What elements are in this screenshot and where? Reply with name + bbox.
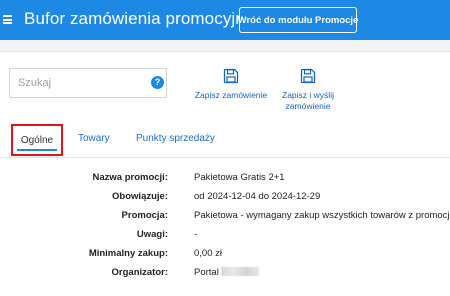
detail-value: Pakietowa Gratis 2+1	[194, 172, 285, 183]
save-and-send-label: Zapisz i wyślij zamówienie	[263, 90, 353, 112]
detail-label: Minimalny zakup:	[88, 248, 168, 259]
page-title: Bufor zamówienia promocyjnego	[24, 9, 274, 28]
detail-value: -	[194, 229, 198, 240]
redacted-text	[220, 267, 259, 276]
save-and-send-order-button[interactable]: Zapisz i wyślij zamówienie	[263, 68, 353, 112]
page: Bufor zamówienia promocyjnego Wróć do mo…	[0, 0, 450, 296]
detail-label: Obowiązuje:	[112, 191, 168, 202]
detail-row-valid-period: Obowiązuje: od 2024-12-04 do 2024-12-29	[0, 191, 450, 209]
detail-row-minimum-purchase: Minimalny zakup: 0,00 zł	[0, 248, 450, 266]
organizer-name: Portal	[194, 267, 219, 278]
tab-general[interactable]: Ogólne	[11, 124, 63, 156]
detail-label: Organizator:	[111, 267, 168, 278]
save-and-send-label-line2: zamówienie	[285, 101, 331, 111]
detail-label: Nazwa promocji:	[92, 172, 169, 183]
search-input[interactable]	[10, 69, 138, 97]
detail-label: Uwagi:	[136, 229, 168, 240]
detail-value: Portal	[194, 267, 259, 278]
detail-row-promotion-name: Nazwa promocji: Pakietowa Gratis 2+1	[0, 172, 450, 190]
back-to-promotions-button[interactable]: Wróć do modułu Promocje	[238, 7, 358, 33]
tab-goods[interactable]: Towary	[78, 133, 110, 144]
hamburger-icon[interactable]	[3, 15, 12, 24]
detail-label: Promocja:	[121, 210, 168, 221]
detail-value: 0,00 zł	[194, 248, 222, 259]
detail-row-notes: Uwagi: -	[0, 229, 450, 247]
detail-value: od 2024-12-04 do 2024-12-29	[194, 191, 321, 202]
help-icon[interactable]: ?	[151, 76, 164, 89]
tab-points-of-sale[interactable]: Punkty sprzedaży	[136, 133, 215, 144]
subheader-strip	[0, 40, 450, 52]
top-bar: Bufor zamówienia promocyjnego Wróć do mo…	[0, 0, 450, 40]
floppy-disk-icon	[223, 68, 239, 84]
save-and-send-label-line1: Zapisz i wyślij	[282, 90, 334, 100]
detail-row-promotion-type: Promocja: Pakietowa - wymagany zakup wsz…	[0, 210, 450, 228]
floppy-disk-icon	[300, 68, 316, 84]
search-box: ?	[9, 68, 167, 98]
detail-row-organizer: Organizator: Portal	[0, 267, 450, 285]
detail-value: Pakietowa - wymagany zakup wszystkich to…	[194, 210, 450, 221]
tabs-divider	[0, 157, 450, 158]
